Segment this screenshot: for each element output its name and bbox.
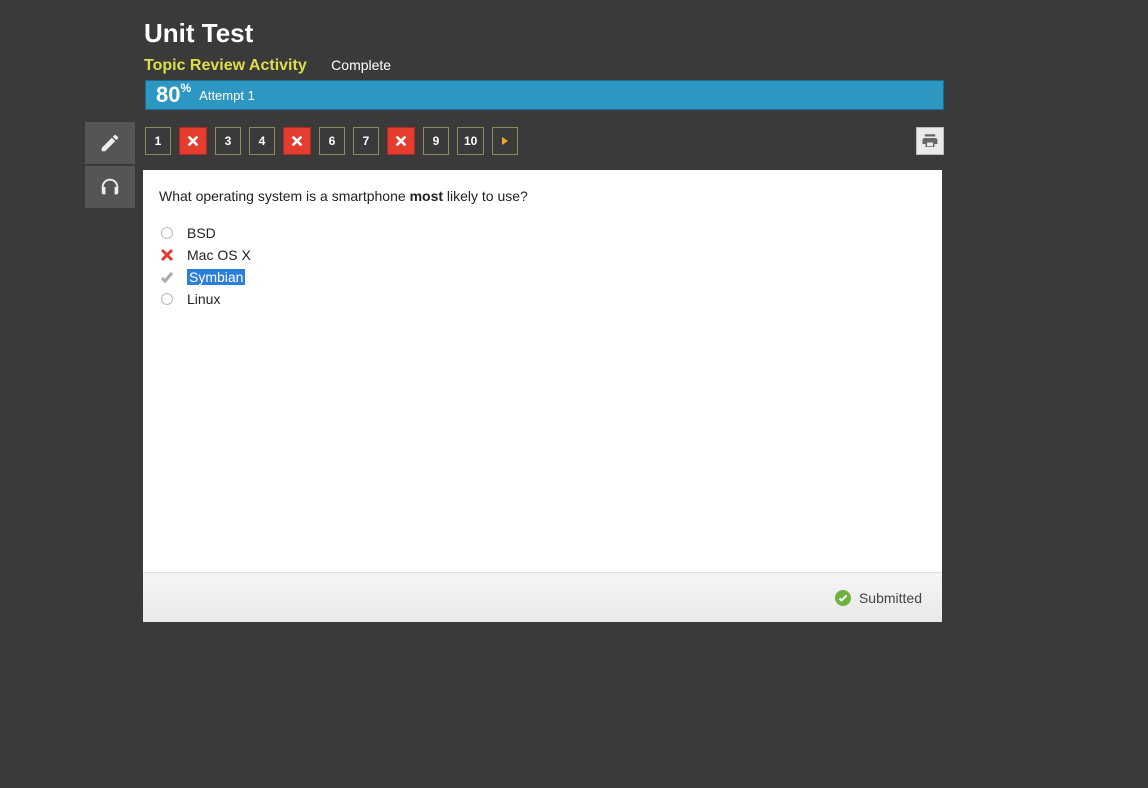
option-label: Linux: [187, 291, 220, 307]
check-circle-icon: [835, 590, 851, 606]
x-icon: [394, 134, 408, 148]
next-button[interactable]: [492, 127, 518, 155]
radio-empty-icon: [159, 291, 175, 307]
status-footer: Submitted: [143, 572, 942, 622]
question-nav-2[interactable]: [179, 127, 207, 155]
score-value: 80%: [156, 82, 191, 108]
page-title: Unit Test: [144, 18, 391, 49]
x-icon: [186, 134, 200, 148]
score-bar: 80% Attempt 1: [145, 80, 944, 110]
question-nav: 1 34 67 9 10: [145, 127, 944, 155]
check-icon: [159, 269, 175, 285]
option-row[interactable]: Symbian: [159, 266, 926, 288]
x-icon: [290, 134, 304, 148]
option-label: Symbian: [187, 269, 245, 285]
option-row[interactable]: Linux: [159, 288, 926, 310]
option-label: BSD: [187, 225, 216, 241]
footer-status: Submitted: [859, 590, 922, 606]
pencil-icon: [99, 132, 121, 154]
print-icon: [921, 132, 939, 150]
activity-label: Topic Review Activity: [144, 57, 307, 74]
audio-tool-button[interactable]: [85, 166, 135, 208]
question-nav-8[interactable]: [387, 127, 415, 155]
option-label: Mac OS X: [187, 247, 251, 263]
question-panel: What operating system is a smartphone mo…: [143, 170, 942, 622]
question-nav-9[interactable]: 9: [423, 127, 449, 155]
activity-status: Complete: [331, 57, 391, 73]
edit-tool-button[interactable]: [85, 122, 135, 164]
question-nav-10[interactable]: 10: [457, 127, 484, 155]
options-list: BSD Mac OS X Symbian Linux: [159, 222, 926, 310]
question-text: What operating system is a smartphone mo…: [159, 188, 926, 204]
question-nav-7[interactable]: 7: [353, 127, 379, 155]
question-nav-6[interactable]: 6: [319, 127, 345, 155]
headphones-icon: [99, 176, 121, 198]
play-icon: [500, 136, 510, 146]
question-nav-1[interactable]: 1: [145, 127, 171, 155]
option-row[interactable]: Mac OS X: [159, 244, 926, 266]
print-button[interactable]: [916, 127, 944, 155]
radio-empty-icon: [159, 225, 175, 241]
question-nav-4[interactable]: 4: [249, 127, 275, 155]
question-nav-3[interactable]: 3: [215, 127, 241, 155]
x-icon: [159, 247, 175, 263]
question-nav-5[interactable]: [283, 127, 311, 155]
attempt-label: Attempt 1: [199, 88, 255, 103]
option-row[interactable]: BSD: [159, 222, 926, 244]
